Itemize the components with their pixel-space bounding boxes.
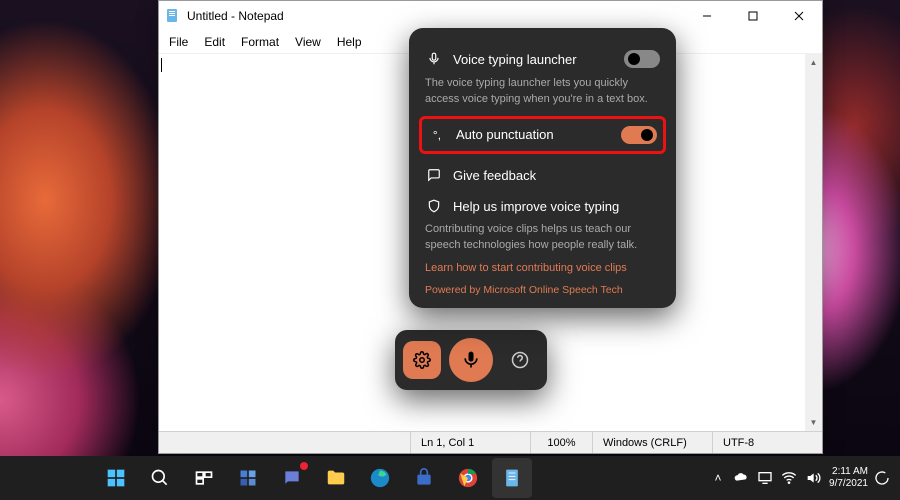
tray-notifications-icon[interactable] [874,470,892,486]
voice-settings-button[interactable] [403,341,441,379]
maximize-button[interactable] [730,1,776,31]
feedback-icon [425,168,443,182]
notepad-taskbar-button[interactable] [492,458,532,498]
improve-desc: Contributing voice clips helps us teach … [425,222,660,254]
scroll-down-arrow[interactable]: ▼ [805,414,822,431]
status-line-ending: Windows (CRLF) [592,432,712,453]
auto-punctuation-row[interactable]: °, Auto punctuation [428,122,657,148]
store-button[interactable] [404,458,444,498]
powered-by-text: Powered by Microsoft Online Speech Tech [425,284,660,296]
vertical-scrollbar[interactable]: ▲ ▼ [805,54,822,431]
improve-row[interactable]: Help us improve voice typing [425,189,660,220]
tray-chevron-icon[interactable]: ˄ [709,471,727,485]
voice-help-button[interactable] [501,341,539,379]
tray-monitor-icon[interactable] [757,470,775,486]
status-spacer [159,432,410,453]
status-bar: Ln 1, Col 1 100% Windows (CRLF) UTF-8 [159,431,822,453]
voice-typing-bar [395,330,547,390]
tray-clock[interactable]: 2:11 AM 9/7/2021 [829,466,868,490]
notepad-taskbar-icon [500,466,524,490]
scroll-up-arrow[interactable]: ▲ [805,54,822,71]
edge-button[interactable] [360,458,400,498]
chrome-button[interactable] [448,458,488,498]
system-tray: ˄ 2:11 AM 9/7/2021 [709,466,892,490]
menu-edit[interactable]: Edit [198,33,231,51]
widgets-icon [236,466,260,490]
file-explorer-button[interactable] [316,458,356,498]
status-zoom: 100% [530,432,592,453]
improve-label: Help us improve voice typing [453,199,660,214]
task-view-button[interactable] [184,458,224,498]
improve-link[interactable]: Learn how to start contributing voice cl… [425,262,660,274]
store-icon [412,466,436,490]
voice-launcher-label: Voice typing launcher [453,52,614,67]
voice-launcher-desc: The voice typing launcher lets you quick… [425,76,660,108]
chat-icon [280,466,304,490]
folder-icon [324,466,348,490]
tray-volume-icon[interactable] [805,470,823,486]
auto-punctuation-toggle[interactable] [621,126,657,144]
search-button[interactable] [140,458,180,498]
close-button[interactable] [776,1,822,31]
minimize-button[interactable] [684,1,730,31]
status-encoding: UTF-8 [712,432,822,453]
menu-help[interactable]: Help [331,33,368,51]
give-feedback-label: Give feedback [453,168,660,183]
taskbar-center [96,458,532,498]
start-button[interactable] [96,458,136,498]
widgets-button[interactable] [228,458,268,498]
tray-onedrive-icon[interactable] [733,470,751,486]
shield-icon [425,199,443,213]
give-feedback-row[interactable]: Give feedback [425,162,660,189]
status-line-col: Ln 1, Col 1 [410,432,530,453]
chat-button[interactable] [272,458,312,498]
voice-launcher-row[interactable]: Voice typing launcher [425,44,660,74]
auto-punctuation-highlight: °, Auto punctuation [419,116,666,154]
search-icon [148,466,172,490]
microphone-button[interactable] [449,338,493,382]
tray-wifi-icon[interactable] [781,470,799,486]
microphone-icon [425,52,443,66]
menu-file[interactable]: File [163,33,194,51]
voice-launcher-toggle[interactable] [624,50,660,68]
menu-view[interactable]: View [289,33,327,51]
text-caret [161,58,162,72]
voice-typing-settings-popup: Voice typing launcher The voice typing l… [409,28,676,308]
title-bar[interactable]: Untitled - Notepad [159,1,822,31]
auto-punctuation-label: Auto punctuation [456,127,611,142]
windows-icon [104,466,128,490]
edge-icon [368,466,392,490]
taskbar: ˄ 2:11 AM 9/7/2021 [0,456,900,500]
tray-date: 9/7/2021 [829,478,868,490]
menu-format[interactable]: Format [235,33,285,51]
chrome-icon [456,466,480,490]
notepad-icon [165,8,181,24]
task-view-icon [192,466,216,490]
punctuation-icon: °, [428,128,446,142]
tray-time: 2:11 AM [829,466,868,478]
window-title: Untitled - Notepad [187,9,684,23]
